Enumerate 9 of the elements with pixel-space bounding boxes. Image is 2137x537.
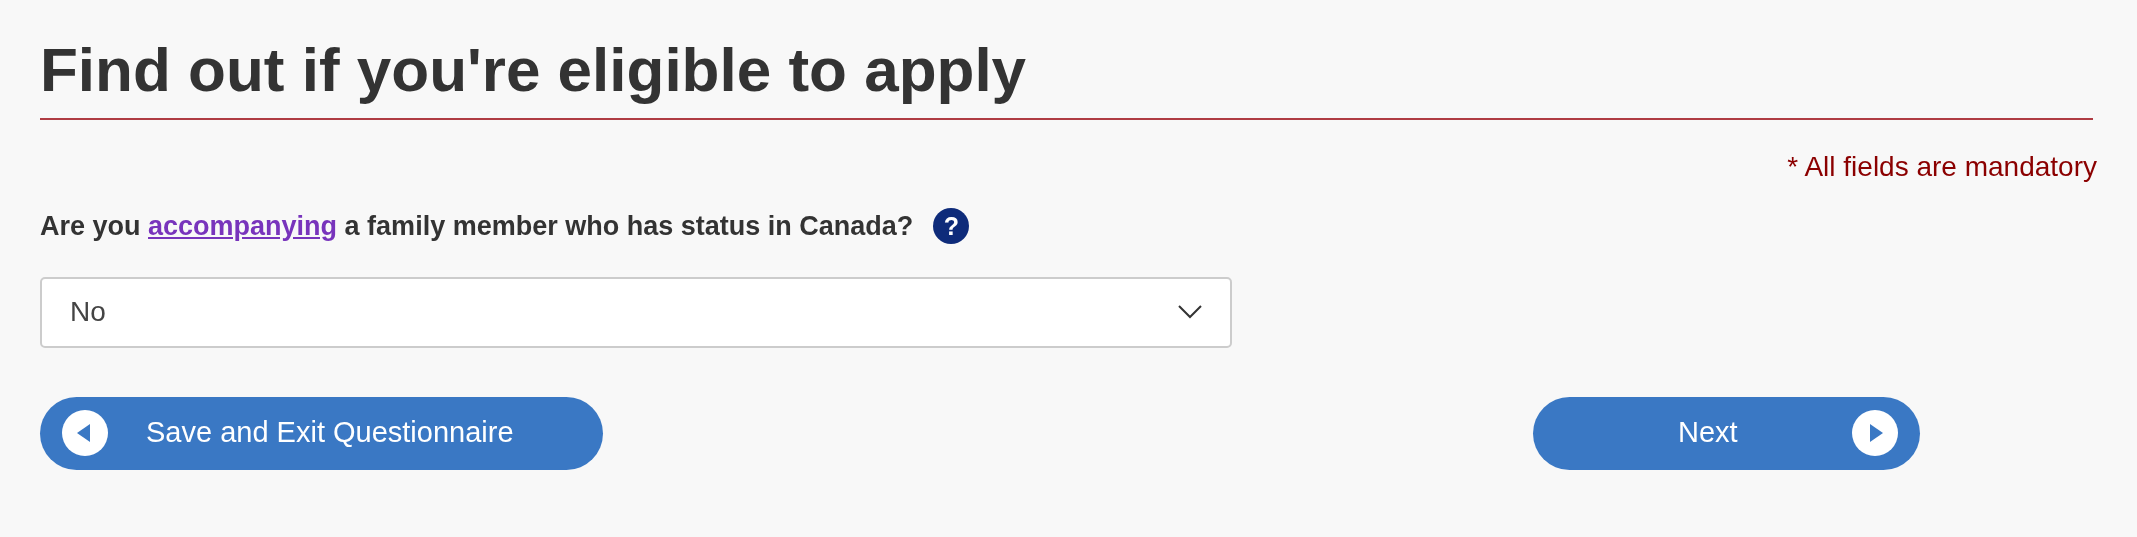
- save-and-exit-button[interactable]: Save and Exit Questionnaire: [40, 396, 603, 470]
- answer-select[interactable]: No: [40, 276, 1232, 348]
- page-heading: Find out if you're eligible to apply: [40, 34, 1028, 106]
- mandatory-note: * All fields are mandatory: [1787, 150, 2097, 184]
- next-button[interactable]: Next: [1533, 396, 1920, 470]
- accompanying-link[interactable]: accompanying: [148, 211, 338, 241]
- help-icon[interactable]: ?: [933, 208, 970, 245]
- question-text: Are you accompanying a family member who has status in Canada?: [40, 210, 914, 243]
- chevron-down-icon: [1178, 305, 1202, 319]
